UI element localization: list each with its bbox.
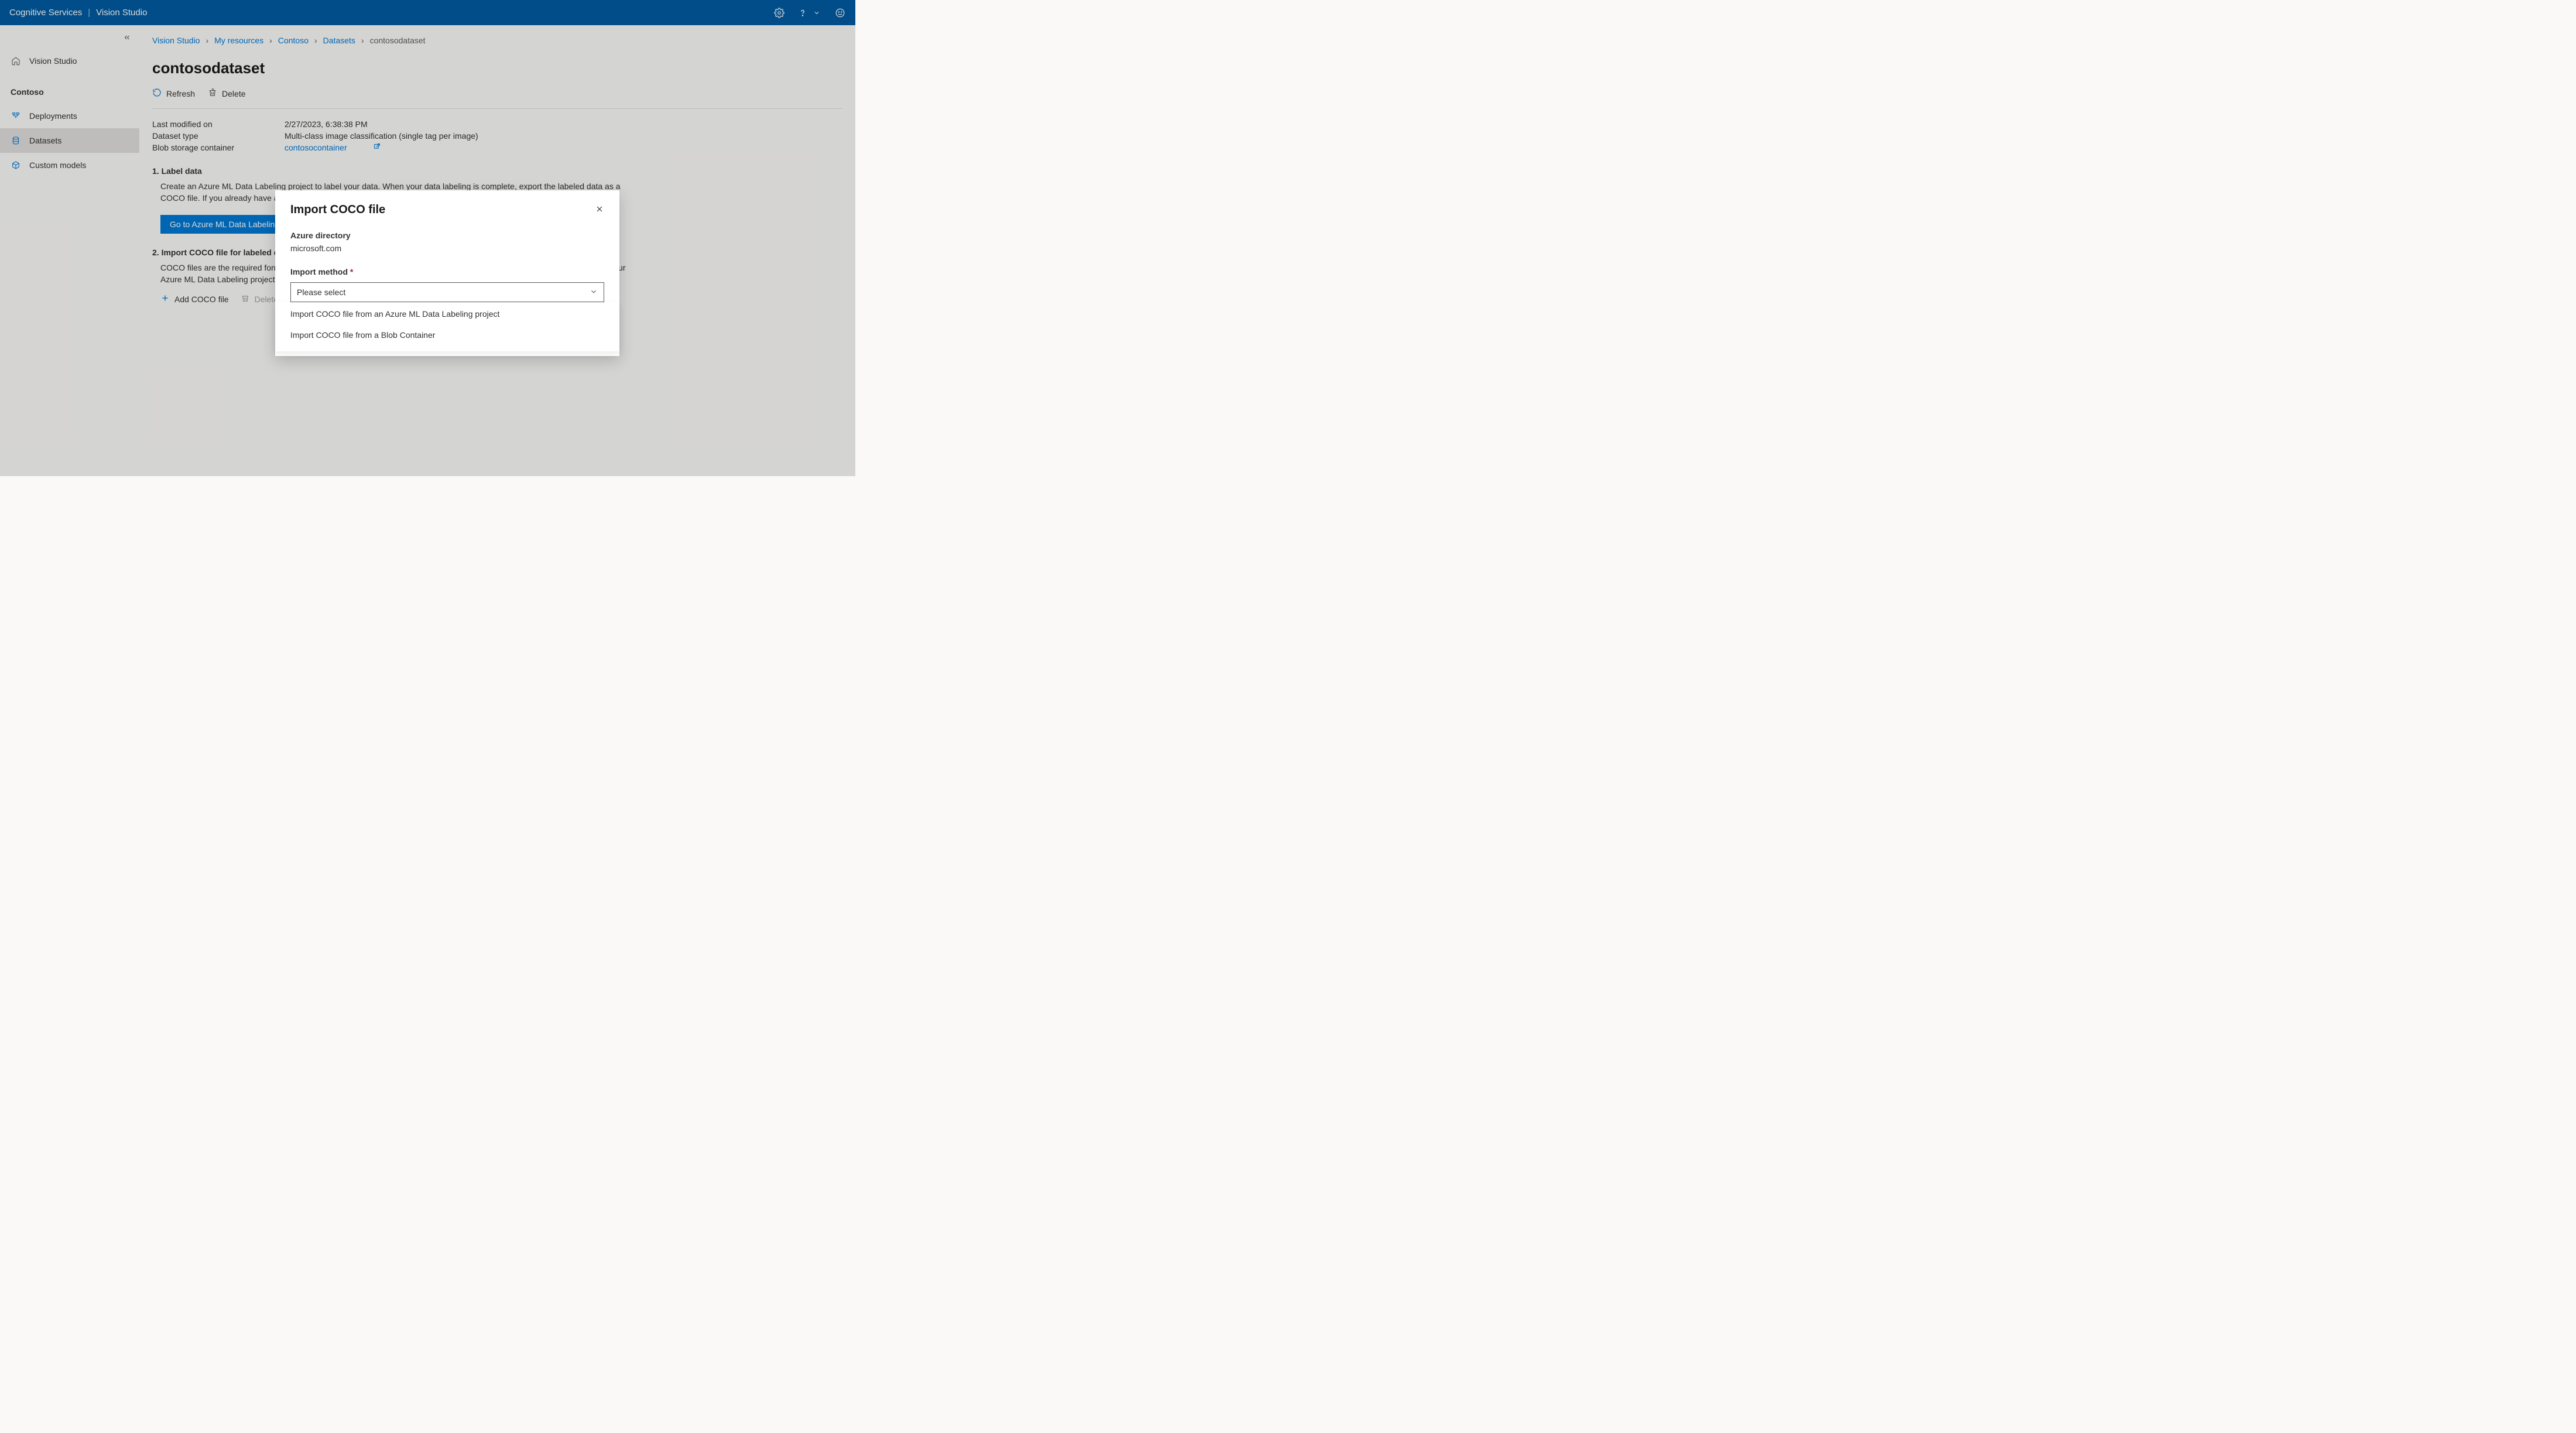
dropdown-option[interactable]: Import COCO file from a Blob Container — [275, 324, 619, 346]
chevron-down-icon — [590, 288, 598, 297]
import-coco-dialog: Import COCO file Azure directory microso… — [275, 190, 619, 356]
close-icon[interactable] — [595, 204, 604, 216]
modal-overlay[interactable]: Import COCO file Azure directory microso… — [0, 0, 855, 476]
azure-directory-label: Azure directory — [290, 231, 604, 240]
dropdown-option[interactable]: Import COCO file from an Azure ML Data L… — [275, 303, 619, 324]
import-method-dropdown: Import COCO file from an Azure ML Data L… — [275, 302, 619, 351]
import-method-label-text: Import method — [290, 267, 348, 276]
import-method-label: Import method * — [290, 267, 604, 276]
azure-directory-value: microsoft.com — [290, 244, 604, 253]
dialog-title: Import COCO file — [290, 203, 385, 217]
select-placeholder: Please select — [297, 288, 345, 297]
required-indicator: * — [350, 267, 353, 276]
import-method-select[interactable]: Please select — [290, 282, 604, 302]
